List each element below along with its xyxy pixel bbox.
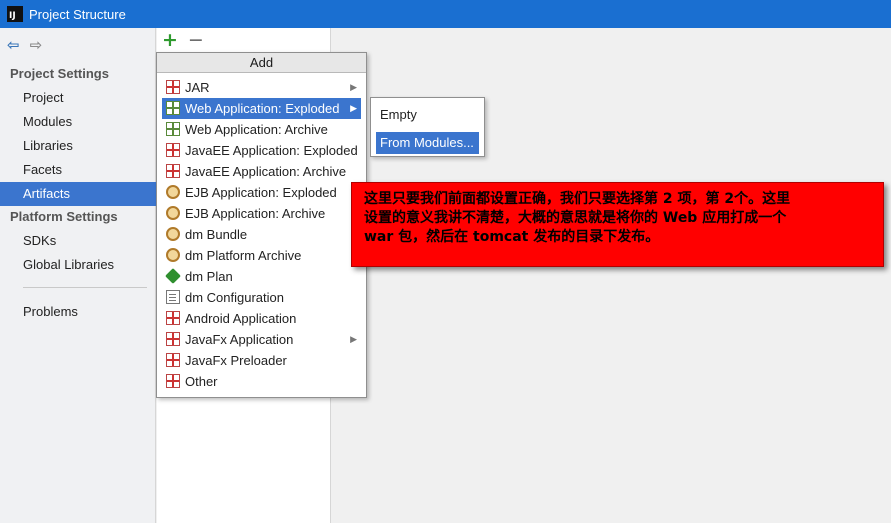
- intellij-logo-icon: IJ: [7, 6, 23, 22]
- artifacts-toolbar: + −: [157, 28, 331, 52]
- submenu-item-empty[interactable]: Empty: [376, 104, 479, 126]
- web-exploded-submenu: Empty From Modules...: [370, 97, 485, 157]
- menu-item-ejb-application-exploded[interactable]: EJB Application: Exploded: [162, 182, 361, 203]
- menu-item-web-application-exploded[interactable]: Web Application: Exploded ▶: [162, 98, 361, 119]
- menu-item-javaee-application-archive[interactable]: JavaEE Application: Archive: [162, 161, 361, 182]
- menu-item-label: Android Application: [185, 311, 297, 326]
- menu-item-label: JavaEE Application: Archive: [185, 164, 347, 179]
- gift-icon: [166, 353, 180, 367]
- menu-item-web-application-archive[interactable]: Web Application: Archive: [162, 119, 361, 140]
- sidebar-item-modules[interactable]: Modules: [0, 110, 156, 134]
- gift-icon: [166, 80, 180, 94]
- add-artifact-button[interactable]: +: [162, 30, 178, 50]
- title-bar: IJ Project Structure: [0, 0, 891, 28]
- gift-web-icon: [166, 101, 180, 115]
- sidebar-item-facets[interactable]: Facets: [0, 158, 156, 182]
- annotation-line-2: 设置的意义我讲不清楚，大概的意思就是将你的 Web 应用打成一个: [364, 210, 787, 226]
- menu-item-label: dm Platform Archive: [185, 248, 302, 263]
- menu-item-label: JavaFx Application: [185, 332, 294, 347]
- arrow-left-icon[interactable]: ⇦: [7, 36, 20, 54]
- menu-item-android-application[interactable]: Android Application: [162, 308, 361, 329]
- gear-icon: [166, 206, 180, 220]
- nav-arrows: ⇦ ⇨: [7, 36, 42, 54]
- menu-item-label: JavaFx Preloader: [185, 353, 287, 368]
- gift-icon: [166, 164, 180, 178]
- add-artifact-popup: Add JAR ▶ Web Application: Exploded ▶ We…: [156, 52, 367, 398]
- annotation-line-1: 这里只要我们前面都设置正确，我们只要选择第 2 项，第 2个。这里: [364, 191, 791, 207]
- menu-item-jar[interactable]: JAR ▶: [162, 77, 361, 98]
- gift-icon: [166, 374, 180, 388]
- sidebar-item-sdks[interactable]: SDKs: [0, 229, 156, 253]
- menu-item-other[interactable]: Other: [162, 371, 361, 392]
- menu-item-label: dm Configuration: [185, 290, 284, 305]
- menu-item-label: JavaEE Application: Exploded: [185, 143, 358, 158]
- platform-settings-header: Platform Settings: [10, 209, 118, 224]
- menu-item-dm-plan[interactable]: dm Plan: [162, 266, 361, 287]
- gift-icon: [166, 143, 180, 157]
- submenu-arrow-icon: ▶: [350, 103, 357, 113]
- menu-item-dm-platform-archive[interactable]: dm Platform Archive: [162, 245, 361, 266]
- annotation-line-3: war 包，然后在 tomcat 发布的目录下发布。: [364, 229, 660, 245]
- sidebar-item-artifacts[interactable]: Artifacts: [0, 182, 156, 206]
- menu-item-javaee-application-exploded[interactable]: JavaEE Application: Exploded: [162, 140, 361, 161]
- sidebar-item-problems[interactable]: Problems: [0, 300, 156, 324]
- submenu-item-from-modules[interactable]: From Modules...: [376, 132, 479, 154]
- gear-icon: [166, 185, 180, 199]
- remove-artifact-button[interactable]: −: [188, 30, 204, 50]
- menu-item-label: Other: [185, 374, 218, 389]
- menu-item-label: Web Application: Archive: [185, 122, 328, 137]
- menu-item-label: JAR: [185, 80, 210, 95]
- submenu-arrow-icon: ▶: [350, 334, 357, 344]
- document-icon: [166, 290, 180, 304]
- menu-item-label: Web Application: Exploded: [185, 101, 340, 116]
- gear-icon: [166, 248, 180, 262]
- window-title: Project Structure: [29, 6, 126, 22]
- sidebar-item-libraries[interactable]: Libraries: [0, 134, 156, 158]
- arrow-right-icon[interactable]: ⇨: [30, 36, 43, 54]
- annotation-callout: 这里只要我们前面都设置正确，我们只要选择第 2 项，第 2个。这里 设置的意义我…: [351, 182, 884, 267]
- sidebar-divider: [23, 287, 147, 288]
- menu-item-dm-bundle[interactable]: dm Bundle: [162, 224, 361, 245]
- plan-icon: [165, 268, 181, 284]
- sidebar-item-project[interactable]: Project: [0, 86, 156, 110]
- submenu-arrow-icon: ▶: [350, 82, 357, 92]
- menu-item-javafx-preloader[interactable]: JavaFx Preloader: [162, 350, 361, 371]
- menu-item-javafx-application[interactable]: JavaFx Application ▶: [162, 329, 361, 350]
- gear-icon: [166, 227, 180, 241]
- gift-web-icon: [166, 122, 180, 136]
- project-settings-header: Project Settings: [10, 66, 109, 81]
- menu-item-ejb-application-archive[interactable]: EJB Application: Archive: [162, 203, 361, 224]
- sidebar-item-global-libraries[interactable]: Global Libraries: [0, 253, 156, 277]
- gift-icon: [166, 332, 180, 346]
- popup-header: Add: [157, 53, 366, 73]
- menu-item-label: dm Bundle: [185, 227, 248, 242]
- settings-sidebar: ⇦ ⇨ Project Settings Project Modules Lib…: [0, 28, 156, 523]
- add-menu-list: JAR ▶ Web Application: Exploded ▶ Web Ap…: [157, 73, 366, 392]
- gift-icon: [166, 311, 180, 325]
- menu-item-dm-configuration[interactable]: dm Configuration: [162, 287, 361, 308]
- menu-item-label: EJB Application: Exploded: [185, 185, 337, 200]
- menu-item-label: dm Plan: [185, 269, 233, 284]
- menu-item-label: EJB Application: Archive: [185, 206, 326, 221]
